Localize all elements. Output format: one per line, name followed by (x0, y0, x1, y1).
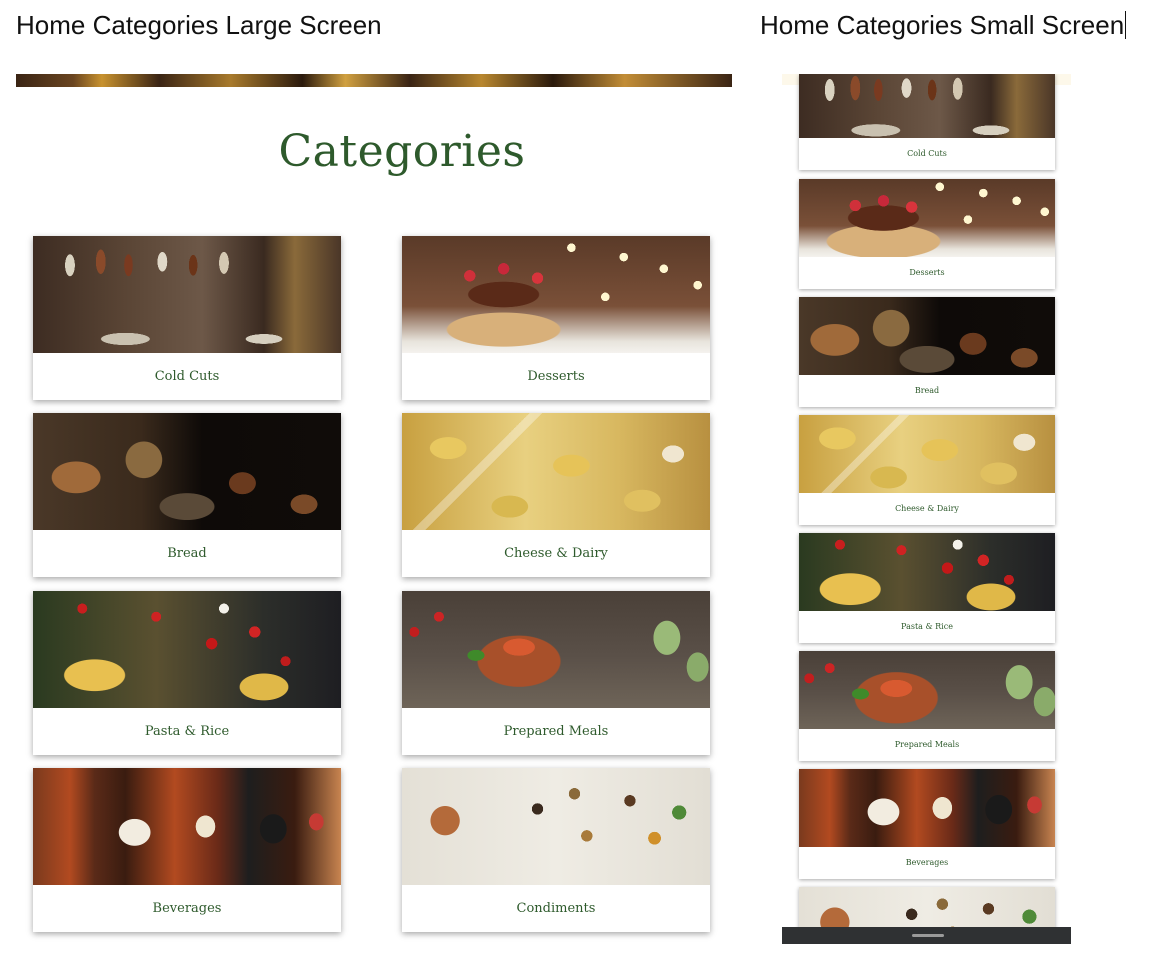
beverages-image (33, 768, 341, 885)
prepared-meals-image (402, 591, 710, 708)
category-card-desserts[interactable]: Desserts (402, 236, 710, 400)
bread-image (33, 413, 341, 530)
category-label: Prepared Meals (894, 740, 960, 749)
small-card-desserts[interactable]: Desserts (799, 179, 1055, 289)
pasta-rice-image (799, 533, 1055, 611)
condiments-image (402, 768, 710, 885)
category-card-prepared-meals[interactable]: Prepared Meals (402, 591, 710, 755)
small-card-prepared-meals[interactable]: Prepared Meals (799, 651, 1055, 761)
cold-cuts-image (799, 74, 1055, 138)
hero-banner-image (16, 74, 732, 87)
desserts-image (799, 179, 1055, 257)
prepared-meals-image (799, 651, 1055, 729)
bread-image (799, 297, 1055, 375)
text-cursor (1125, 11, 1127, 39)
category-card-pasta-rice[interactable]: Pasta & Rice (33, 591, 341, 755)
category-label: Prepared Meals (503, 724, 609, 739)
small-card-bread[interactable]: Bread (799, 297, 1055, 407)
large-screen-title: Home Categories Large Screen (16, 10, 382, 40)
small-screen-mockup: Cold Cuts Desserts Bread Cheese & Dairy … (782, 74, 1071, 944)
category-label: Bread (167, 546, 207, 561)
cheese-dairy-image (799, 415, 1055, 493)
category-label: Condiments (516, 901, 596, 916)
category-label: Cold Cuts (154, 369, 220, 384)
pasta-rice-image (33, 591, 341, 708)
small-card-cheese-dairy[interactable]: Cheese & Dairy (799, 415, 1055, 525)
large-screen-mockup: Categories Cold Cuts Desserts Bread Chee… (16, 74, 732, 944)
category-label: Pasta & Rice (901, 622, 953, 631)
category-label: Bread (914, 386, 940, 395)
cold-cuts-image (33, 236, 341, 353)
category-label: Desserts (527, 369, 585, 384)
category-card-cheese-dairy[interactable]: Cheese & Dairy (402, 413, 710, 577)
category-card-cold-cuts[interactable]: Cold Cuts (33, 236, 341, 400)
category-card-bread[interactable]: Bread (33, 413, 341, 577)
phone-navigation-bar (782, 927, 1071, 944)
category-label: Cheese & Dairy (895, 504, 959, 513)
small-card-cold-cuts[interactable]: Cold Cuts (799, 74, 1055, 170)
home-indicator-handle[interactable] (912, 934, 944, 937)
small-card-pasta-rice[interactable]: Pasta & Rice (799, 533, 1055, 643)
category-label: Cheese & Dairy (504, 546, 608, 561)
small-card-beverages[interactable]: Beverages (799, 769, 1055, 879)
category-label: Desserts (909, 268, 945, 277)
category-card-beverages[interactable]: Beverages (33, 768, 341, 932)
small-screen-title-text: Home Categories Small Screen (760, 10, 1125, 40)
desserts-image (402, 236, 710, 353)
category-label: Beverages (905, 858, 949, 867)
category-card-condiments[interactable]: Condiments (402, 768, 710, 932)
cheese-dairy-image (402, 413, 710, 530)
small-screen-title: Home Categories Small Screen (760, 10, 1127, 41)
categories-heading: Categories (278, 126, 526, 177)
category-label: Beverages (152, 901, 222, 916)
beverages-image (799, 769, 1055, 847)
category-label: Cold Cuts (907, 149, 947, 158)
category-label: Pasta & Rice (144, 724, 230, 739)
